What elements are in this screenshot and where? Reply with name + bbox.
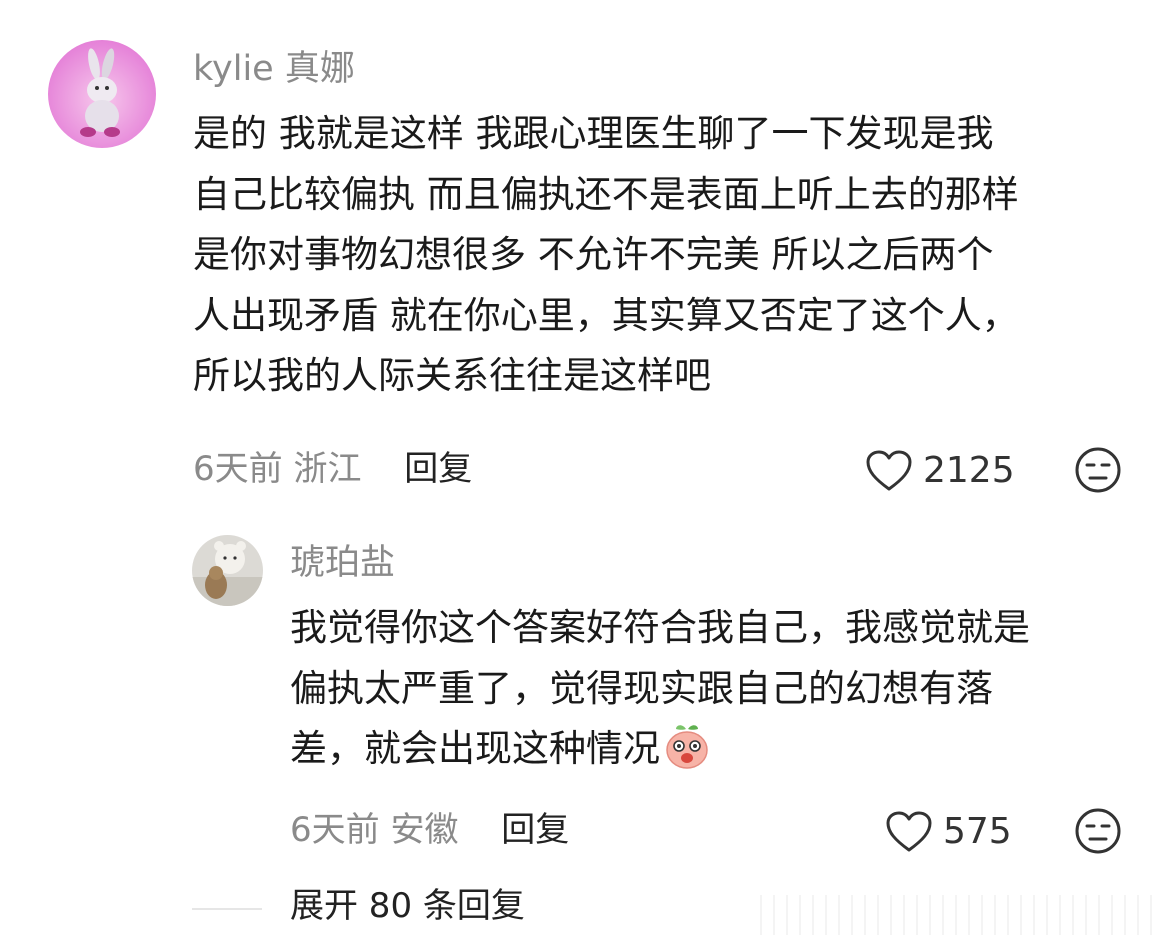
- reply-body: 我觉得你这个答案好符合我自己，我感觉就是 偏执太严重了，觉得现实跟自己的幻想有落…: [290, 598, 1030, 780]
- like-count: 575: [943, 811, 1012, 852]
- comment-line: 所以我的人际关系往往是这样吧: [193, 354, 711, 397]
- dislike-button[interactable]: [1074, 807, 1122, 859]
- bear-avatar: [192, 535, 263, 606]
- reply-meta: 6天前 安徽 回复: [290, 813, 569, 847]
- avatar-amber-salt[interactable]: [192, 535, 263, 606]
- avatar-kylie[interactable]: [48, 40, 156, 148]
- expand-replies-button[interactable]: 展开 80 条回复: [290, 889, 525, 923]
- reply-button[interactable]: 回复: [404, 449, 472, 489]
- comment-line: 我觉得你这个答案好符合我自己，我感觉就是: [290, 606, 1030, 649]
- peach-emoji: [666, 725, 708, 769]
- comment-body: 是的 我就是这样 我跟心理医生聊了一下发现是我 自己比较偏执 而且偏执还不是表面…: [193, 104, 1019, 407]
- dislike-button[interactable]: [1074, 446, 1122, 498]
- time-location: 6天前 安徽: [290, 810, 459, 850]
- time-location: 6天前 浙江: [193, 449, 362, 489]
- username-kylie[interactable]: kylie 真娜: [193, 52, 355, 87]
- heart-icon: [886, 811, 932, 852]
- bunny-avatar: [48, 40, 156, 148]
- username-amber-salt[interactable]: 琥珀盐: [290, 546, 395, 581]
- comment-line: 是的 我就是这样 我跟心理医生聊了一下发现是我: [193, 112, 994, 155]
- comment-line: 偏执太严重了，觉得现实跟自己的幻想有落: [290, 666, 993, 710]
- comment-line: 差，就会出现这种情况: [290, 727, 660, 770]
- dislike-face-icon: [1075, 447, 1121, 493]
- comment-line: 自己比较偏执 而且偏执还不是表面上听上去的那样: [193, 172, 1019, 216]
- comment-meta: 6天前 浙江 回复: [193, 452, 472, 486]
- divider: [192, 908, 262, 910]
- like-button[interactable]: 575: [885, 810, 1012, 854]
- reply-button[interactable]: 回复: [501, 810, 569, 850]
- like-button[interactable]: 2125: [865, 449, 1015, 493]
- dislike-face-icon: [1075, 808, 1121, 854]
- watermark: [760, 895, 1160, 935]
- heart-icon: [866, 450, 912, 491]
- comment-line: 是你对事物幻想很多 不允许不完美 所以之后两个: [193, 233, 994, 276]
- like-count: 2125: [923, 450, 1015, 491]
- comment-thread: kylie 真娜 是的 我就是这样 我跟心理医生聊了一下发现是我 自己比较偏执 …: [0, 0, 1170, 949]
- comment-line: 人出现矛盾 就在你心里，其实算又否定了这个人，: [193, 293, 1019, 337]
